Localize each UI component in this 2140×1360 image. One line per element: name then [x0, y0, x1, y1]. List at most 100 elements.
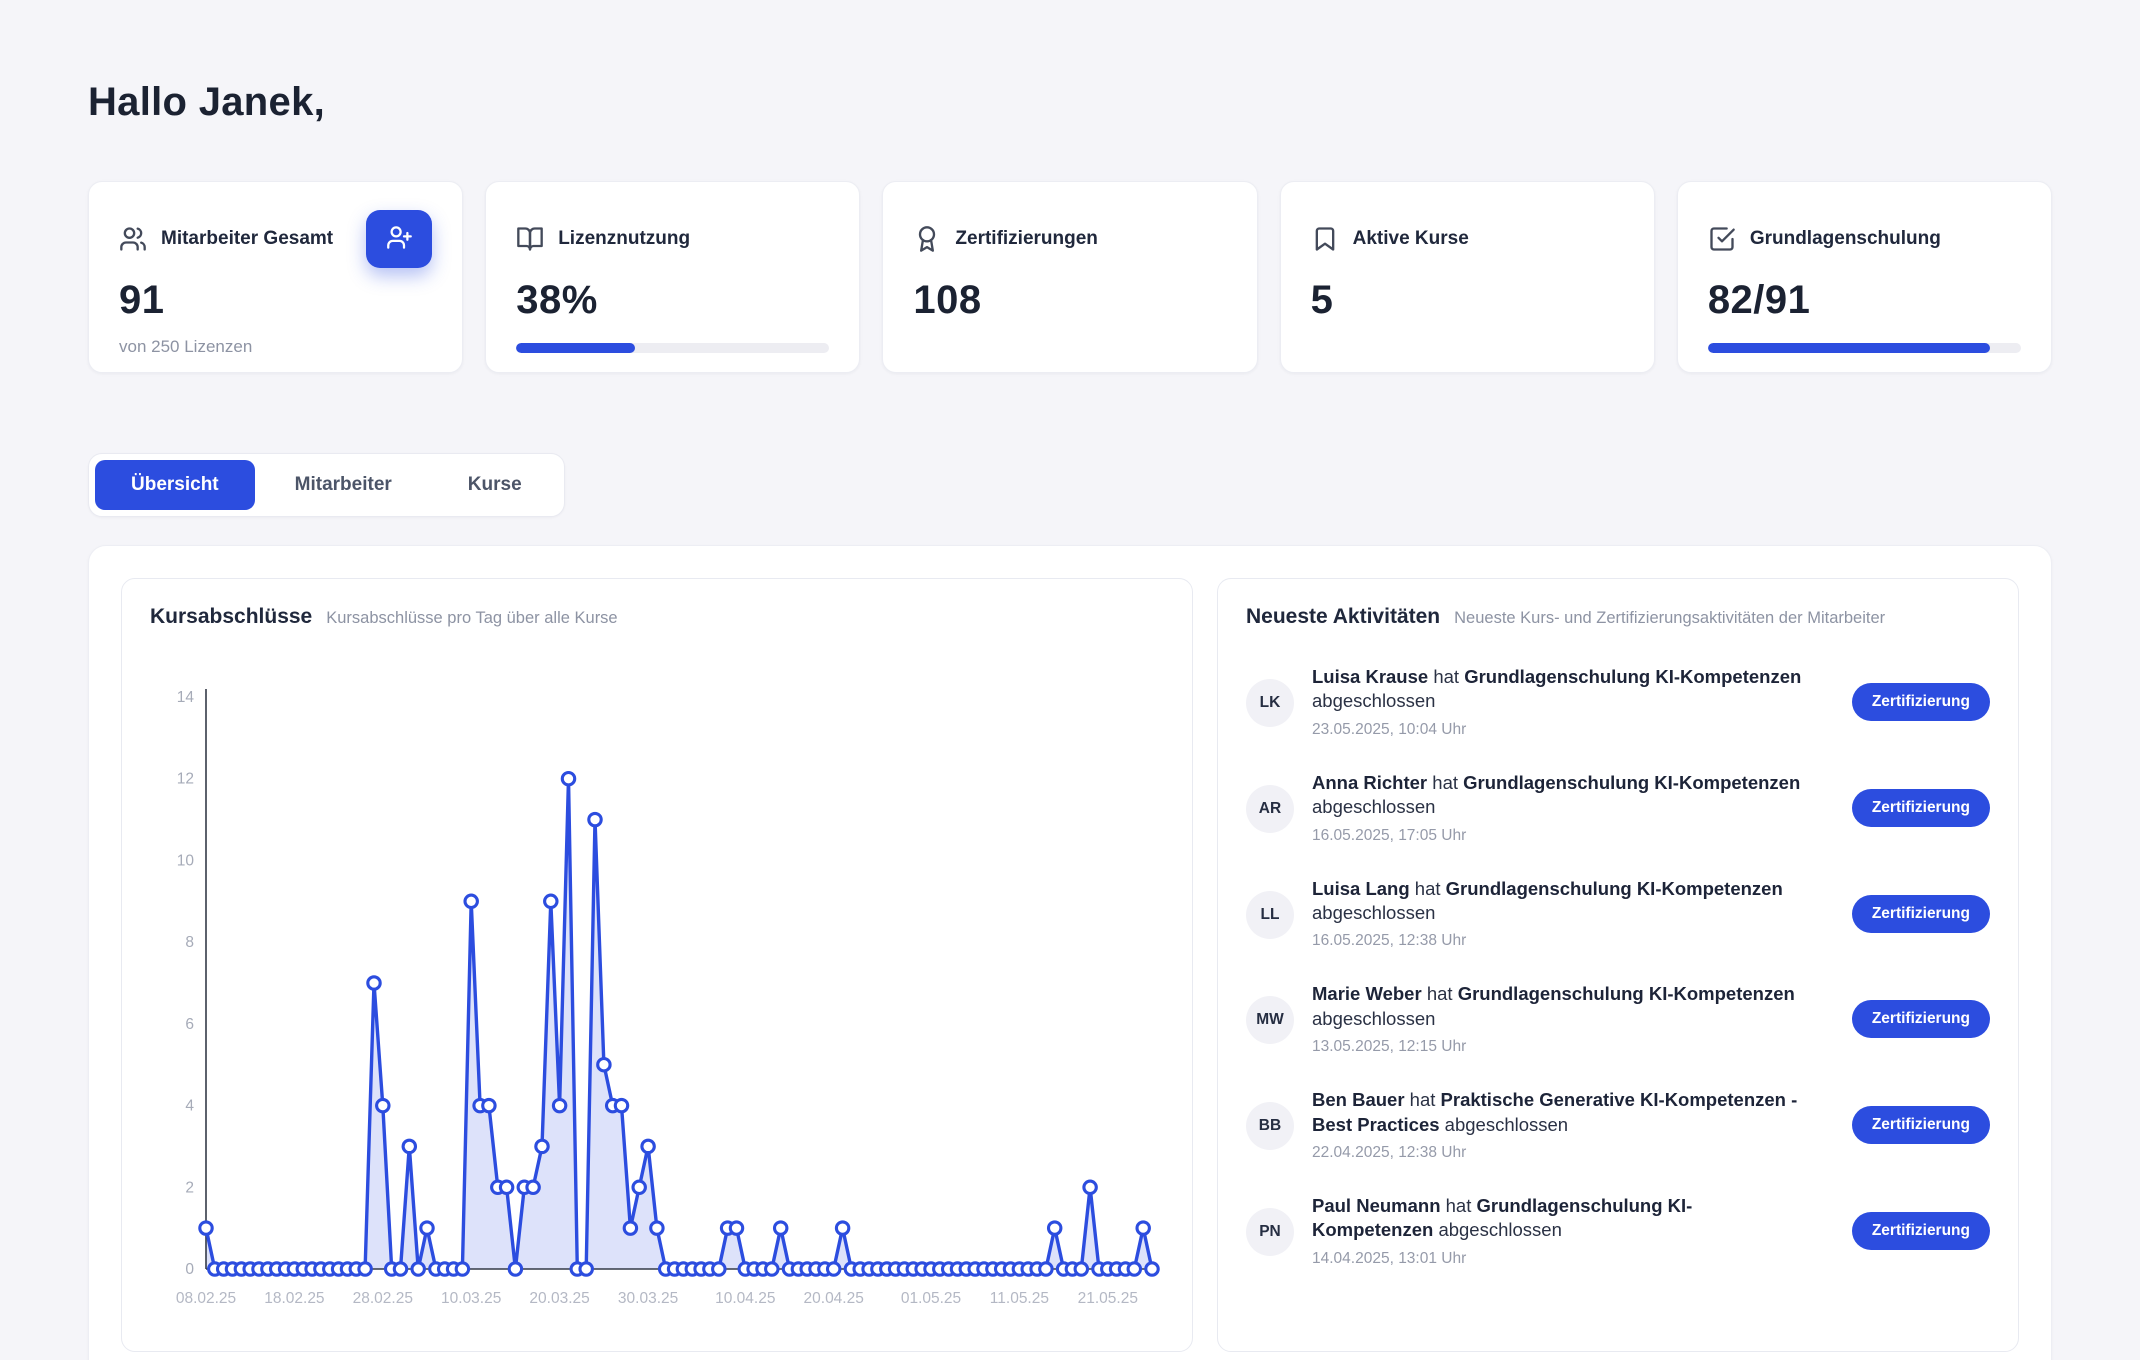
stat-value: 108: [913, 278, 1226, 323]
zertifizierung-badge: Zertifizierung: [1852, 1000, 1990, 1038]
svg-text:21.05.25: 21.05.25: [1078, 1290, 1138, 1307]
activity-body: Luisa Krause hat Grundlagenschulung KI-K…: [1312, 665, 1834, 739]
svg-text:10: 10: [177, 852, 195, 869]
activity-title: Neueste Aktivitäten: [1246, 605, 1440, 629]
book-open-icon: [516, 225, 544, 253]
svg-text:6: 6: [185, 1016, 194, 1033]
svg-text:10.04.25: 10.04.25: [715, 1290, 775, 1307]
activity-body: Marie Weber hat Grundlagenschulung KI-Ko…: [1312, 982, 1834, 1056]
avatar-initials: BB: [1259, 1117, 1281, 1135]
stat-sub: von 250 Lizenzen: [119, 337, 432, 357]
chart-card: Kursabschlüsse Kursabschlüsse pro Tag üb…: [121, 578, 1193, 1352]
zertifizierung-badge: Zertifizierung: [1852, 1106, 1990, 1144]
activity-item: LL Luisa Lang hat Grundlagenschulung KI-…: [1246, 877, 1990, 951]
zertifizierung-badge: Zertifizierung: [1852, 683, 1990, 721]
activity-course-name: Grundlagenschulung KI-Kompetenzen: [1463, 772, 1800, 793]
stat-label: Lizenznutzung: [558, 228, 690, 250]
activity-suffix: abgeschlossen: [1438, 1219, 1561, 1240]
activity-card: Neueste Aktivitäten Neueste Kurs- und Ze…: [1217, 578, 2019, 1352]
activity-timestamp: 16.05.2025, 17:05 Uhr: [1312, 827, 1834, 845]
activity-text: Paul Neumann hat Grundlagenschulung KI-K…: [1312, 1194, 1802, 1243]
add-user-button[interactable]: [366, 210, 432, 268]
activity-course-name: Grundlagenschulung KI-Kompetenzen: [1464, 666, 1801, 687]
activity-text: Ben Bauer hat Praktische Generative KI-K…: [1312, 1088, 1802, 1137]
svg-text:0: 0: [185, 1261, 194, 1278]
tab-kurse[interactable]: Kurse: [432, 460, 558, 510]
avatar: BB: [1246, 1102, 1294, 1150]
activity-item: BB Ben Bauer hat Praktische Generative K…: [1246, 1088, 1990, 1162]
svg-text:20.03.25: 20.03.25: [529, 1290, 589, 1307]
svg-text:8: 8: [185, 934, 194, 951]
activity-text: Anna Richter hat Grundlagenschulung KI-K…: [1312, 771, 1802, 820]
activity-body: Ben Bauer hat Praktische Generative KI-K…: [1312, 1088, 1834, 1162]
stat-value: 5: [1311, 278, 1624, 323]
activity-timestamp: 16.05.2025, 12:38 Uhr: [1312, 932, 1834, 950]
zertifizierung-badge: Zertifizierung: [1852, 1212, 1990, 1250]
avatar-initials: AR: [1259, 800, 1281, 818]
activity-timestamp: 23.05.2025, 10:04 Uhr: [1312, 721, 1834, 739]
zertifizierung-badge: Zertifizierung: [1852, 789, 1990, 827]
avatar: LK: [1246, 679, 1294, 727]
activity-item: LK Luisa Krause hat Grundlagenschulung K…: [1246, 665, 1990, 739]
activity-body: Paul Neumann hat Grundlagenschulung KI-K…: [1312, 1194, 1834, 1268]
svg-text:10.03.25: 10.03.25: [441, 1290, 501, 1307]
activity-text: Marie Weber hat Grundlagenschulung KI-Ko…: [1312, 982, 1802, 1031]
activity-body: Anna Richter hat Grundlagenschulung KI-K…: [1312, 771, 1834, 845]
stat-card-zertifizierungen: Zertifizierungen 108: [882, 181, 1257, 373]
activity-item: MW Marie Weber hat Grundlagenschulung KI…: [1246, 982, 1990, 1056]
activity-connector: hat: [1415, 878, 1446, 899]
license-progress-bar: [516, 343, 829, 353]
stat-value: 82/91: [1708, 278, 2021, 323]
license-progress-fill: [516, 343, 635, 353]
activity-suffix: abgeschlossen: [1312, 1008, 1435, 1029]
award-icon: [913, 225, 941, 253]
activity-connector: hat: [1427, 983, 1458, 1004]
svg-text:30.03.25: 30.03.25: [618, 1290, 678, 1307]
chart-title: Kursabschlüsse: [150, 605, 312, 629]
activity-user-name: Paul Neumann: [1312, 1195, 1441, 1216]
activity-user-name: Anna Richter: [1312, 772, 1427, 793]
activity-timestamp: 22.04.2025, 12:38 Uhr: [1312, 1144, 1834, 1162]
activity-suffix: abgeschlossen: [1445, 1114, 1568, 1135]
svg-text:20.04.25: 20.04.25: [804, 1290, 864, 1307]
avatar-initials: PN: [1259, 1223, 1281, 1241]
chart-subtitle: Kursabschlüsse pro Tag über alle Kurse: [326, 609, 617, 628]
svg-text:11.05.25: 11.05.25: [990, 1290, 1049, 1307]
greeting: Hallo Janek,: [88, 80, 2052, 125]
grundlagen-progress-fill: [1708, 343, 1990, 353]
activity-list: LK Luisa Krause hat Grundlagenschulung K…: [1246, 665, 1990, 1268]
activity-text: Luisa Lang hat Grundlagenschulung KI-Kom…: [1312, 877, 1802, 926]
activity-suffix: abgeschlossen: [1312, 690, 1435, 711]
stat-card-aktive-kurse: Aktive Kurse 5: [1280, 181, 1655, 373]
svg-text:08.02.25: 08.02.25: [176, 1290, 236, 1307]
avatar-initials: MW: [1256, 1011, 1284, 1029]
zertifizierung-badge: Zertifizierung: [1852, 895, 1990, 933]
activity-item: AR Anna Richter hat Grundlagenschulung K…: [1246, 771, 1990, 845]
svg-text:28.02.25: 28.02.25: [353, 1290, 413, 1307]
tab-uebersicht[interactable]: Übersicht: [95, 460, 255, 510]
avatar: LL: [1246, 891, 1294, 939]
activity-connector: hat: [1410, 1089, 1441, 1110]
activity-body: Luisa Lang hat Grundlagenschulung KI-Kom…: [1312, 877, 1834, 951]
completions-chart: 0246810121408.02.2518.02.2528.02.2510.03…: [150, 683, 1166, 1323]
activity-connector: hat: [1446, 1195, 1477, 1216]
tab-mitarbeiter[interactable]: Mitarbeiter: [259, 460, 428, 510]
stats-row: Mitarbeiter Gesamt 91 von 250 Lizenzen L…: [88, 181, 2052, 373]
svg-text:2: 2: [185, 1179, 194, 1196]
bookmark-icon: [1311, 225, 1339, 253]
avatar-initials: LK: [1260, 694, 1281, 712]
activity-user-name: Marie Weber: [1312, 983, 1422, 1004]
stat-label: Aktive Kurse: [1353, 228, 1469, 250]
svg-text:01.05.25: 01.05.25: [901, 1290, 961, 1307]
stat-card-grundlagenschulung: Grundlagenschulung 82/91: [1677, 181, 2052, 373]
activity-user-name: Ben Bauer: [1312, 1089, 1405, 1110]
stat-label: Grundlagenschulung: [1750, 228, 1941, 250]
activity-user-name: Luisa Lang: [1312, 878, 1410, 899]
stat-label: Mitarbeiter Gesamt: [161, 228, 333, 250]
activity-timestamp: 13.05.2025, 12:15 Uhr: [1312, 1038, 1834, 1056]
dashboard-page: Hallo Janek, Mitarbeiter Gesamt 91 von 2…: [0, 0, 2140, 1360]
activity-user-name: Luisa Krause: [1312, 666, 1428, 687]
activity-text: Luisa Krause hat Grundlagenschulung KI-K…: [1312, 665, 1802, 714]
user-plus-icon: [386, 224, 413, 254]
activity-course-name: Grundlagenschulung KI-Kompetenzen: [1458, 983, 1795, 1004]
